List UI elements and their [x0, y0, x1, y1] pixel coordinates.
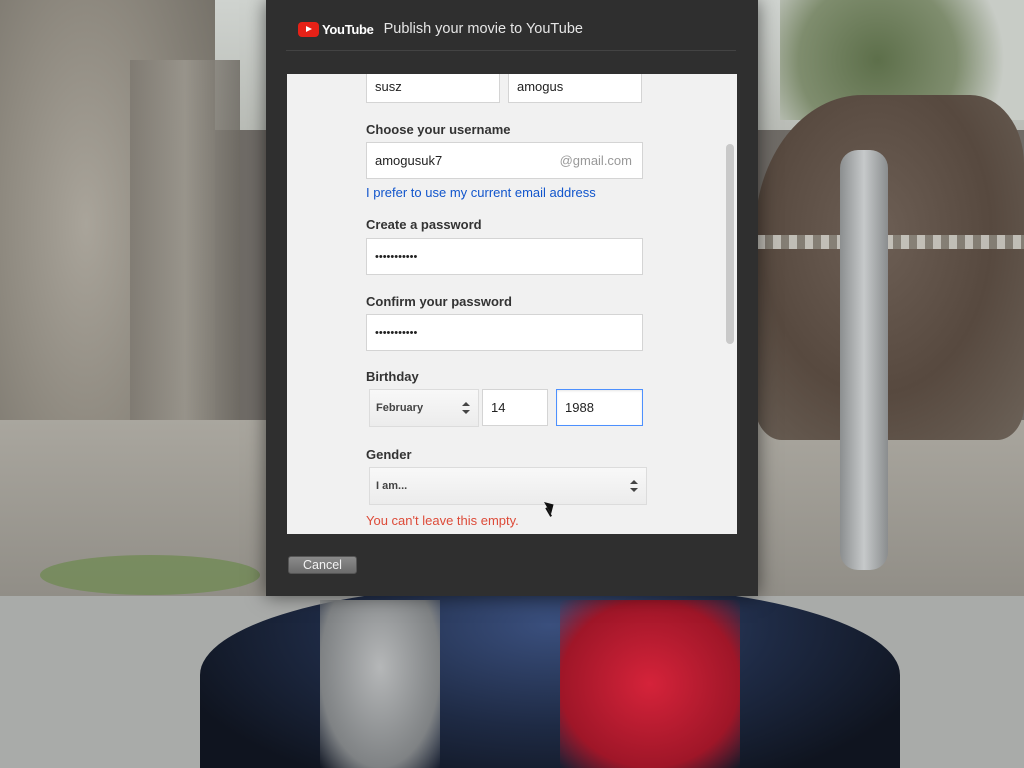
birth-month-select[interactable]: February: [369, 389, 479, 427]
first-name-field[interactable]: susz: [366, 74, 500, 103]
birth-day-field[interactable]: 14: [482, 389, 548, 426]
gender-select[interactable]: I am...: [369, 467, 647, 505]
last-name-field[interactable]: amogus: [508, 74, 642, 103]
first-name-value: susz: [375, 79, 402, 94]
use-current-email-link[interactable]: I prefer to use my current email address: [366, 185, 596, 200]
username-label: Choose your username: [366, 122, 511, 137]
gender-error-message: You can't leave this empty.: [366, 513, 519, 528]
gender-value: I am...: [376, 480, 408, 492]
publish-dialog: YouTube Publish your movie to YouTube su…: [266, 0, 758, 596]
username-domain-suffix: @gmail.com: [559, 153, 632, 168]
confirm-password-field[interactable]: •••••••••••: [366, 314, 643, 351]
select-arrows-icon: [630, 480, 638, 492]
last-name-value: amogus: [517, 79, 564, 94]
youtube-play-icon: [298, 21, 319, 37]
youtube-logo: YouTube: [298, 21, 374, 37]
youtube-wordmark: YouTube: [322, 21, 374, 37]
password-field[interactable]: •••••••••••: [366, 238, 643, 275]
username-value: amogusuk7: [375, 153, 443, 168]
username-field[interactable]: amogusuk7 @gmail.com: [366, 142, 643, 179]
confirm-password-label: Confirm your password: [366, 294, 512, 309]
header-divider: [286, 50, 736, 51]
birth-month-value: February: [376, 402, 424, 414]
birth-year-value: 1988: [565, 400, 594, 415]
confirm-password-value: •••••••••••: [375, 326, 418, 339]
gender-label: Gender: [366, 447, 412, 462]
dialog-header: YouTube Publish your movie to YouTube: [298, 15, 583, 43]
birthday-label: Birthday: [366, 369, 419, 384]
dialog-title: Publish your movie to YouTube: [383, 21, 583, 37]
form-scrollbar[interactable]: [726, 144, 734, 344]
signup-form-pane[interactable]: susz amogus Choose your username amogusu…: [287, 74, 737, 534]
password-label: Create a password: [366, 217, 482, 232]
password-value: •••••••••••: [375, 250, 418, 263]
birth-year-field[interactable]: 1988: [556, 389, 643, 426]
cancel-button[interactable]: Cancel: [288, 556, 357, 574]
birth-day-value: 14: [491, 400, 506, 415]
select-arrows-icon: [462, 402, 470, 414]
